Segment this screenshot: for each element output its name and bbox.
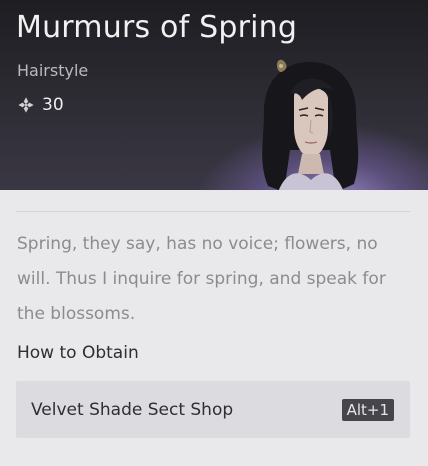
item-description: Spring, they say, has no voice; flowers,… — [17, 234, 386, 324]
sect-currency-icon — [18, 97, 34, 113]
item-name: Murmurs of Spring — [16, 10, 298, 45]
section-divider — [16, 211, 410, 212]
obtain-source-sect-shop[interactable]: Velvet Shade Sect Shop Alt+1 — [16, 381, 410, 438]
item-price: 30 — [17, 95, 64, 115]
item-header: Murmurs of Spring Hairstyle 30 — [0, 0, 428, 190]
item-type: Hairstyle — [17, 61, 89, 80]
character-portrait — [262, 59, 359, 190]
obtain-source-label: Velvet Shade Sect Shop — [31, 399, 234, 420]
price-value: 30 — [42, 95, 64, 115]
item-tooltip: Murmurs of Spring Hairstyle 30 Spring, t… — [0, 0, 428, 466]
how-to-obtain-heading: How to Obtain — [17, 343, 139, 363]
hotkey-badge: Alt+1 — [341, 398, 394, 421]
